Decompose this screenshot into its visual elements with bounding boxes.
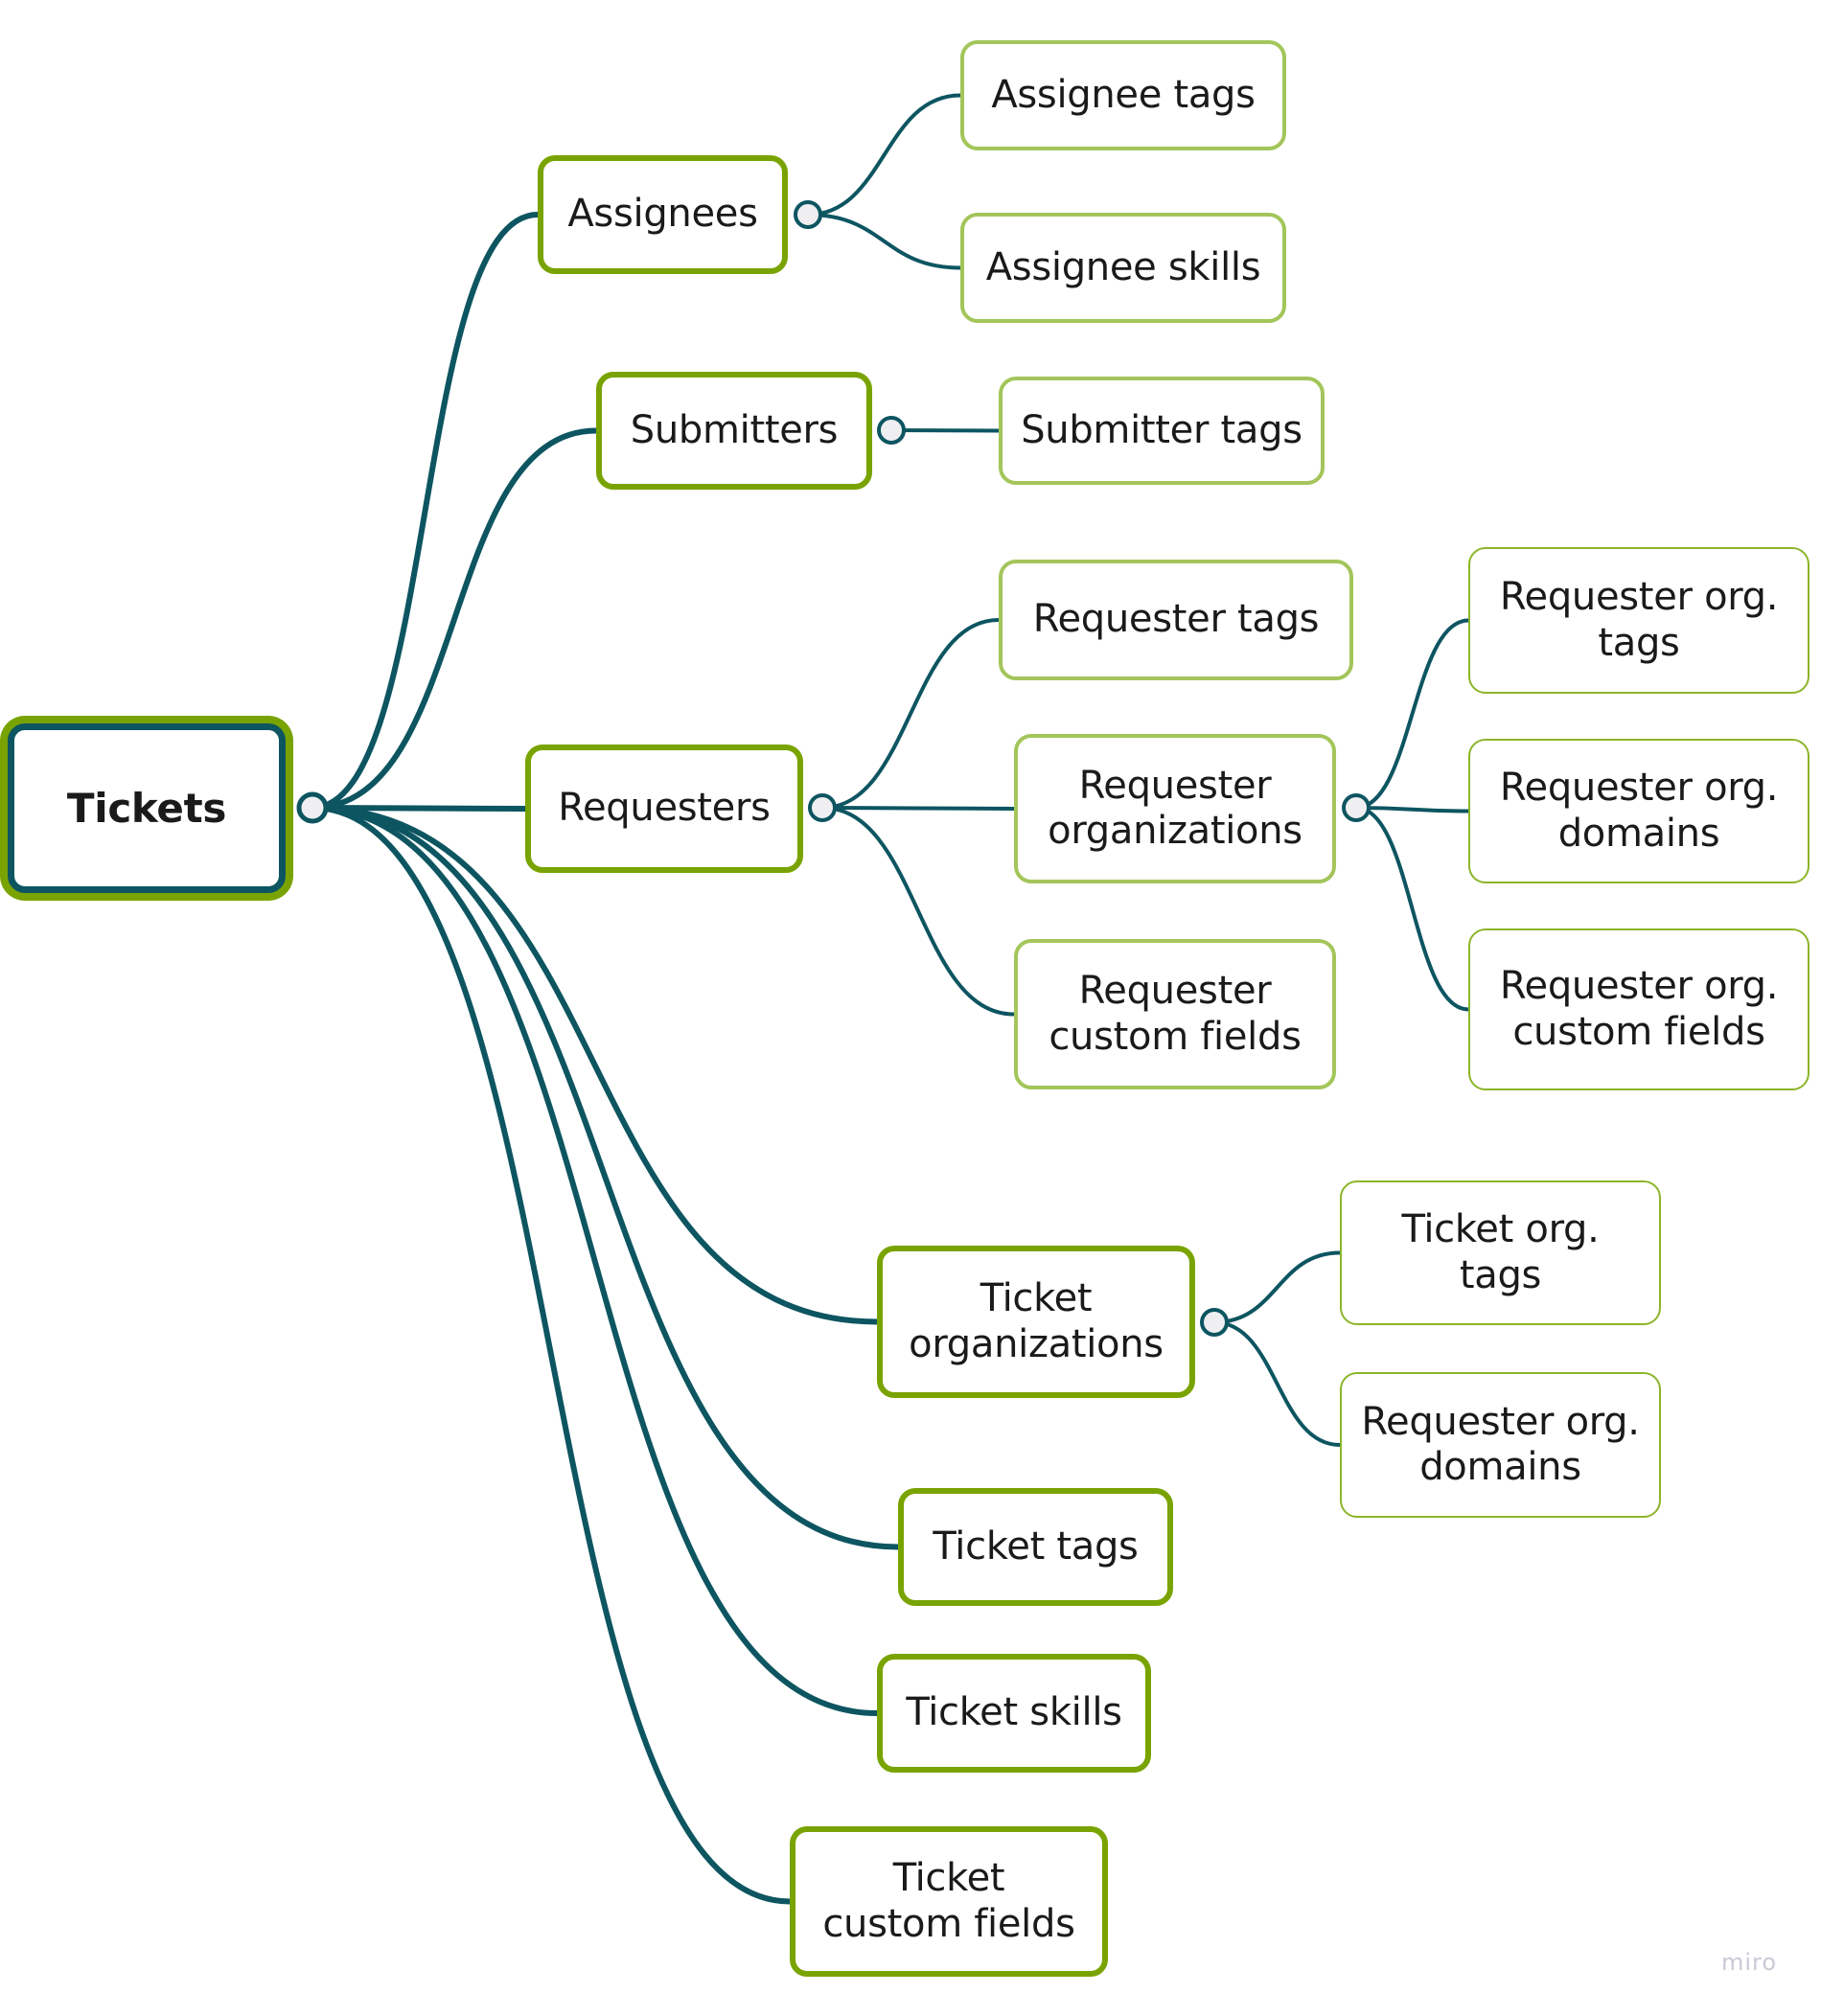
node-ticket-organizations[interactable]: Ticket organizations xyxy=(877,1246,1195,1398)
node-label: Requester custom fields xyxy=(1049,969,1302,1059)
node-label: Requester organizations xyxy=(1048,763,1302,853)
node-tickets[interactable]: Tickets xyxy=(8,723,286,893)
node-label: Submitters xyxy=(630,407,839,452)
collapse-handle-submitters[interactable] xyxy=(877,416,906,445)
node-label: Submitter tags xyxy=(1021,407,1302,452)
node-label: Requester tags xyxy=(1032,597,1320,642)
node-assignees[interactable]: Assignees xyxy=(538,155,788,274)
node-ticket-skills[interactable]: Ticket skills xyxy=(877,1654,1151,1773)
node-label: Ticket organizations xyxy=(909,1276,1164,1366)
miro-watermark: miro xyxy=(1721,1949,1778,1976)
node-assignee-skills[interactable]: Assignee skills xyxy=(960,213,1286,323)
node-requester-org-tags[interactable]: Requester org. tags xyxy=(1468,547,1809,694)
node-submitters[interactable]: Submitters xyxy=(596,372,872,490)
node-label: Ticket custom fields xyxy=(822,1856,1075,1946)
connector-requesters-to-requester-tags xyxy=(820,618,1001,810)
connector-tickets-to-ticket-skills xyxy=(310,805,880,1716)
node-label: Requester org. domains xyxy=(1499,766,1779,856)
connector-requester-organizations-to-requester-org-custom-fields xyxy=(1354,806,1470,1012)
connector-assignees-to-assignee-skills xyxy=(806,213,962,270)
collapse-handle-assignees[interactable] xyxy=(794,200,822,229)
node-requester-tags[interactable]: Requester tags xyxy=(999,560,1353,680)
connector-tickets-to-assignees xyxy=(310,212,541,811)
node-label: Assignee tags xyxy=(991,72,1256,117)
connector-ticket-organizations-to-ticket-org-tags xyxy=(1212,1250,1342,1324)
connector-submitters-to-submitter-tags xyxy=(889,428,1001,433)
connector-requesters-to-requester-organizations xyxy=(820,806,1016,811)
node-label: Requesters xyxy=(558,786,771,831)
collapse-handle-requesters[interactable] xyxy=(808,793,837,822)
connector-tickets-to-ticket-custom-fields xyxy=(310,805,793,1905)
node-submitter-tags[interactable]: Submitter tags xyxy=(999,377,1325,485)
connector-requester-organizations-to-requester-org-tags xyxy=(1354,618,1470,810)
node-label: Ticket org. tags xyxy=(1401,1207,1600,1297)
node-ticket-custom-fields[interactable]: Ticket custom fields xyxy=(790,1826,1108,1977)
node-requester-organizations[interactable]: Requester organizations xyxy=(1014,734,1336,883)
connector-requester-organizations-to-requester-org-domains xyxy=(1354,806,1470,813)
node-requester-org-domains[interactable]: Requester org. domains xyxy=(1468,739,1809,883)
connector-requesters-to-requester-custom-fields xyxy=(820,806,1016,1017)
node-label: Requester org. custom fields xyxy=(1499,964,1779,1054)
collapse-handle-requester-organizations[interactable] xyxy=(1342,793,1371,822)
node-requesters[interactable]: Requesters xyxy=(525,745,803,873)
node-ticket-tags[interactable]: Ticket tags xyxy=(898,1488,1173,1606)
node-label: Assignees xyxy=(567,192,758,237)
node-assignee-tags[interactable]: Assignee tags xyxy=(960,40,1286,150)
connector-tickets-to-ticket-organizations xyxy=(310,805,880,1325)
collapse-handle-ticket-organizations[interactable] xyxy=(1200,1308,1229,1337)
connector-ticket-organizations-to-ticket-org-requester-org-domains xyxy=(1212,1320,1342,1447)
node-ticket-org-requester-org-domains[interactable]: Requester org. domains xyxy=(1340,1372,1661,1518)
node-label: Tickets xyxy=(66,784,227,832)
node-label: Requester org. domains xyxy=(1361,1399,1640,1489)
node-requester-custom-fields[interactable]: Requester custom fields xyxy=(1014,939,1336,1089)
connector-assignees-to-assignee-tags xyxy=(806,93,962,217)
node-label: Ticket skills xyxy=(906,1690,1122,1735)
connector-tickets-to-ticket-tags xyxy=(310,805,901,1550)
node-label: Ticket tags xyxy=(933,1523,1139,1569)
mind-map-canvas[interactable]: Tickets Assignees Assignee tags Assignee sk… xyxy=(0,0,1821,2016)
node-requester-org-custom-fields[interactable]: Requester org. custom fields xyxy=(1468,928,1809,1090)
node-ticket-org-tags[interactable]: Ticket org. tags xyxy=(1340,1180,1661,1325)
node-label: Assignee skills xyxy=(985,244,1261,289)
node-label: Requester org. tags xyxy=(1499,575,1779,665)
collapse-handle-tickets[interactable] xyxy=(296,791,329,824)
